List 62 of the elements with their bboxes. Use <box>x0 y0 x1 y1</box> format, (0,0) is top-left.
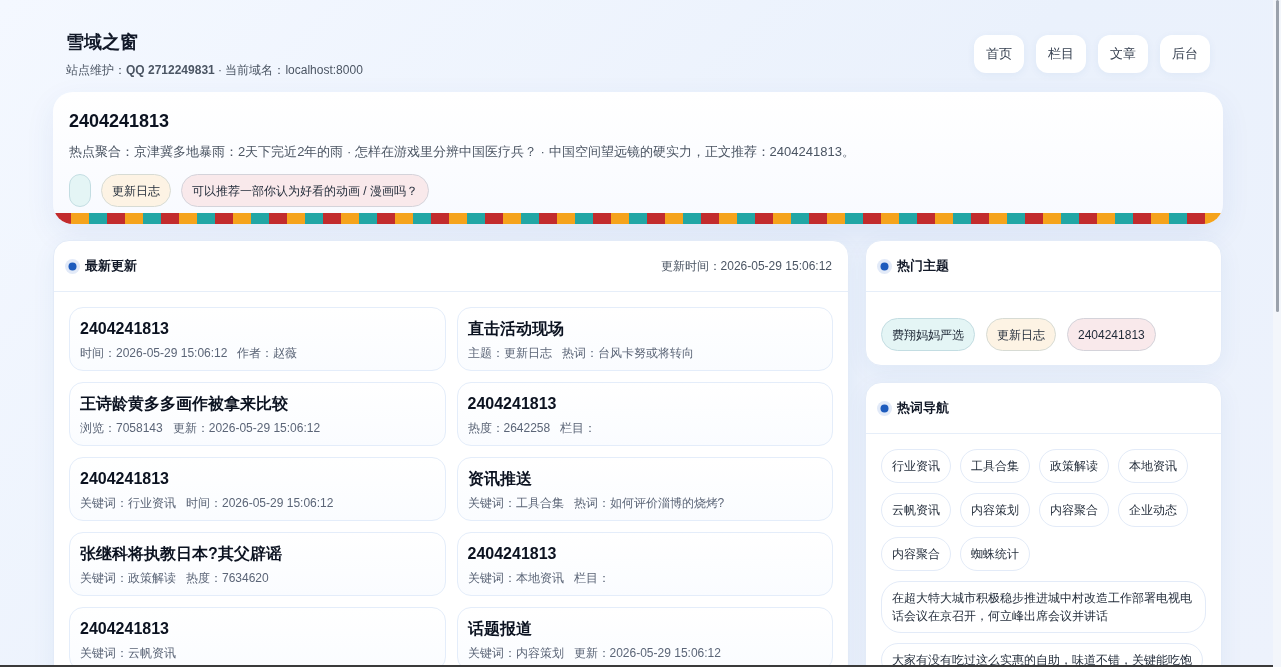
article-meta: 热度：2642258 <box>467 420 551 436</box>
nav-button[interactable]: 首页 <box>974 35 1024 73</box>
article-title[interactable]: 王诗龄黄多多画作被拿来比较 <box>80 392 435 416</box>
article-meta: 关键词：行业资讯 <box>80 495 176 511</box>
keyword-chip[interactable]: 政策解读 <box>1039 449 1109 483</box>
keyword-chip[interactable]: 蜘蛛统计 <box>960 537 1030 571</box>
article-meta: 时间：2026-05-29 15:06:12 <box>80 345 228 361</box>
update-time: 更新时间：2026-05-29 15:06:12 <box>660 258 832 275</box>
keyword-chip[interactable]: 本地资讯 <box>1118 449 1188 483</box>
hero-title: 2404241813 <box>69 110 171 133</box>
topic-tag[interactable]: 可以推荐一部你认为好看的动画 / 漫画吗？ <box>181 174 429 207</box>
article-title[interactable]: 张继科将执教日本?其父辟谣 <box>80 542 435 566</box>
article-meta: 关键词：云帆资讯 <box>80 645 176 661</box>
site-subtitle: 站点维护：QQ 2712249831 · 当前域名：localhost:8000 <box>66 62 363 79</box>
nav-button[interactable]: 后台 <box>1160 35 1210 73</box>
article-meta: 关键词：内容策划 <box>467 645 564 661</box>
site-title: 雪域之窗 <box>66 31 139 54</box>
topic-tag[interactable]: 费翔妈妈严选 <box>881 318 975 351</box>
article-meta: 更新：2026-05-29 15:06:12 <box>573 645 721 661</box>
section-title: 热门主题 <box>897 257 949 275</box>
keyword-chip[interactable]: 内容聚合 <box>1039 493 1109 527</box>
topic-tag[interactable]: 更新日志 <box>986 318 1056 351</box>
article-title[interactable]: 2404241813 <box>467 542 822 566</box>
keyword-chip[interactable]: 企业动态 <box>1118 493 1188 527</box>
article-title[interactable]: 话题报道 <box>467 617 822 641</box>
article-meta: 关键词：工具合集 <box>467 495 564 511</box>
article-meta: 更新：2026-05-29 15:06:12 <box>172 420 321 436</box>
article-meta: 关键词：政策解读 <box>80 570 176 586</box>
article-meta: 时间：2026-05-29 15:06:12 <box>186 495 334 511</box>
article-title[interactable]: 2404241813 <box>80 317 435 341</box>
article-meta: 作者：赵薇 <box>237 345 298 361</box>
bullet-dot-icon <box>65 258 80 274</box>
nav-button[interactable]: 栏目 <box>1036 35 1086 73</box>
article-meta: 栏目： <box>560 420 597 436</box>
article-meta: 关键词：本地资讯 <box>467 570 564 586</box>
scrollbar-thumb[interactable] <box>1275 0 1279 312</box>
topic-tag[interactable] <box>69 174 91 207</box>
keyword-chip[interactable]: 在超大特大城市积极稳步推进城中村改造工作部署电视电话会议在京召开，何立峰出席会议并讲话 <box>881 581 1206 633</box>
keyword-chip[interactable]: 行业资讯 <box>881 449 951 483</box>
bullet-dot-icon <box>877 258 892 274</box>
article-title[interactable]: 资讯推送 <box>467 467 822 491</box>
article-meta: 热词：台风卡努或将转向 <box>561 345 694 361</box>
topic-tag[interactable]: 更新日志 <box>101 174 171 207</box>
article-meta: 浏览：7058143 <box>80 420 163 436</box>
article-title[interactable]: 2404241813 <box>467 392 822 416</box>
article-title[interactable]: 2404241813 <box>80 617 435 641</box>
section-title: 热词导航 <box>897 399 949 417</box>
article-meta: 热词：如何评价淄博的烧烤? <box>573 495 725 511</box>
article-meta: 主题：更新日志 <box>467 345 552 361</box>
article-meta: 栏目： <box>573 570 610 586</box>
topic-tag[interactable]: 2404241813 <box>1067 318 1156 351</box>
keyword-chip[interactable]: 云帆资讯 <box>881 493 951 527</box>
hero-text: 热点聚合：京津冀多地暴雨：2天下完近2年的雨 · 怎样在游戏里分辨中国医疗兵？ · 中国空间望远镜的硬实力，正文推荐：2404241813。 <box>69 143 856 161</box>
bullet-dot-icon <box>877 400 892 416</box>
section-title: 最新更新 <box>85 257 137 275</box>
article-title[interactable]: 2404241813 <box>80 467 435 491</box>
article-title[interactable]: 直击活动现场 <box>467 317 822 341</box>
keyword-chip[interactable]: 内容聚合 <box>881 537 951 571</box>
nav-button[interactable]: 文章 <box>1098 35 1148 73</box>
article-meta: 热度：7634620 <box>186 570 269 586</box>
keyword-chip[interactable]: 工具合集 <box>960 449 1030 483</box>
keyword-chip[interactable]: 内容策划 <box>960 493 1030 527</box>
